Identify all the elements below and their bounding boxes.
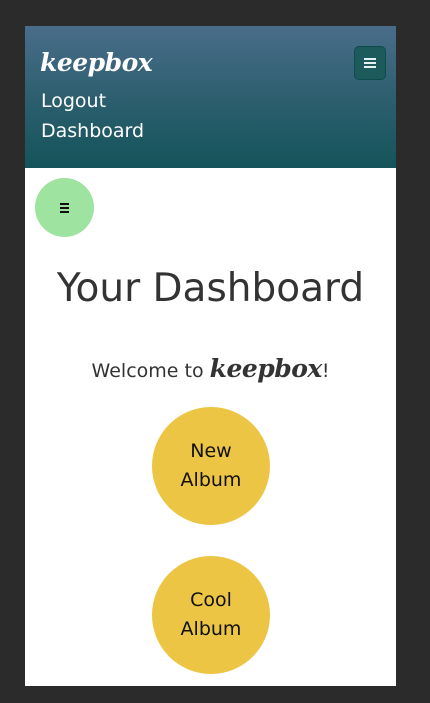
welcome-message: Welcome to keepbox! <box>25 354 396 383</box>
album-cool-button[interactable]: Cool Album <box>152 556 270 674</box>
welcome-brand: keepbox <box>209 354 323 383</box>
sidebar-toggle-button[interactable] <box>35 178 94 237</box>
welcome-suffix: ! <box>321 360 330 382</box>
hamburger-icon <box>364 56 376 70</box>
welcome-prefix: Welcome to <box>91 360 210 382</box>
nav-link-logout[interactable]: Logout <box>41 90 106 112</box>
page-title: Your Dashboard <box>56 266 365 311</box>
hamburger-icon <box>60 201 69 215</box>
album-new-button[interactable]: New Album <box>152 407 270 525</box>
app-frame: keepbox Logout Dashboard Your Dashboard … <box>25 26 396 686</box>
brand-logo[interactable]: keepbox <box>40 48 153 77</box>
navbar: keepbox Logout Dashboard <box>25 26 396 168</box>
navbar-toggle-button[interactable] <box>354 46 386 80</box>
album-label: Cool Album <box>180 589 242 640</box>
nav-link-dashboard[interactable]: Dashboard <box>41 120 144 142</box>
album-label: New Album <box>180 440 242 491</box>
